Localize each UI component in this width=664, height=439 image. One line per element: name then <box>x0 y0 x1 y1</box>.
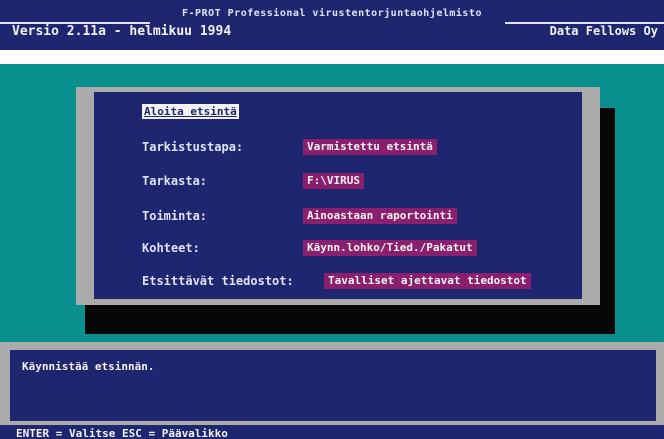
product-title: F-PROT Professional virustentorjuntaohje… <box>182 8 482 19</box>
function-key-bar: ENTER = Valitse ESC = Päävalikko <box>0 425 664 439</box>
scan-method-label: Tarkistustapa: <box>142 140 244 154</box>
action-value[interactable]: Ainoastaan raportointi <box>303 208 457 224</box>
scan-target-label: Tarkasta: <box>142 174 208 188</box>
message-panel-body: Käynnistää etsinnän. <box>10 350 656 421</box>
action-label: Toiminta: <box>142 209 208 223</box>
help-message: Käynnistää etsinnän. <box>22 360 155 373</box>
dialog-title-start-scan[interactable]: Aloita etsintä <box>142 104 239 119</box>
scan-dialog: Aloita etsintä Tarkistustapa: Varmistett… <box>76 87 600 305</box>
company-label: Data Fellows Oy <box>549 24 658 38</box>
message-panel: Käynnistää etsinnän. <box>0 342 664 425</box>
scan-dialog-body: Aloita etsintä Tarkistustapa: Varmistett… <box>94 92 582 299</box>
key-hints: ENTER = Valitse ESC = Päävalikko <box>16 427 228 439</box>
version-label: Versio 2.11a - helmikuu 1994 <box>12 24 232 39</box>
targets-label: Kohteet: <box>142 241 200 255</box>
targets-value[interactable]: Käynn.lohko/Tied./Pakatut <box>303 240 477 256</box>
files-to-scan-label: Etsittävät tiedostot: <box>142 274 294 288</box>
title-bar: F-PROT Professional virustentorjuntaohje… <box>0 0 664 50</box>
scan-method-value[interactable]: Varmistettu etsintä <box>303 139 437 155</box>
files-to-scan-value[interactable]: Tavalliset ajettavat tiedostot <box>324 273 531 289</box>
scan-target-value[interactable]: F:\VIRUS <box>303 173 364 189</box>
